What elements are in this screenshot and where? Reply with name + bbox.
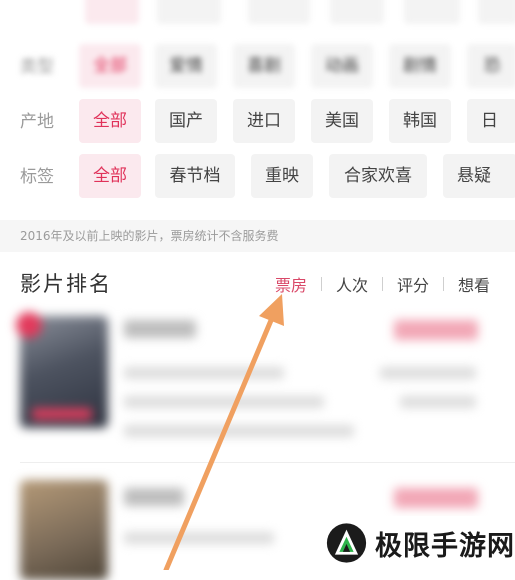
mountain-logo-icon: [326, 523, 367, 563]
watermark: 极限手游网: [318, 516, 515, 570]
watermark-text: 极限手游网: [375, 530, 515, 562]
annotation-arrow-icon: [163, 294, 284, 570]
